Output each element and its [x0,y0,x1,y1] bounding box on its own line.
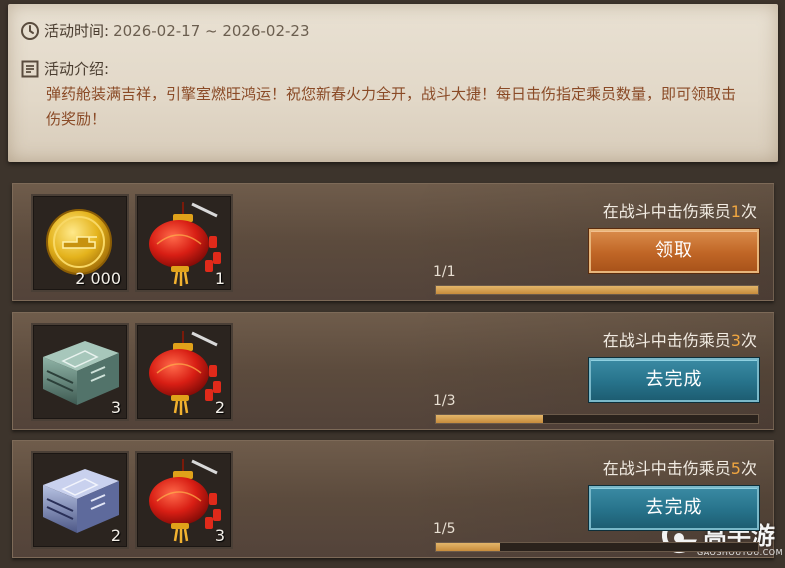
event-time-value: 2026-02-17 ~ 2026-02-23 [113,21,310,40]
task-row: 2 000 1 在战斗中击伤乘员1次 领取 1/1 [12,183,774,301]
claim-button[interactable]: 领取 [589,229,759,273]
task-target-count: 3 [730,331,741,350]
progress-fill [436,286,758,294]
reward-quantity: 2 [214,398,225,417]
event-intro-text: 弹药舱装满吉祥，引擎室燃旺鸿运！祝您新春火力全开，战斗大捷！每日击伤指定乘员数量… [46,85,737,128]
reward-slot[interactable]: 2 [135,323,233,421]
reward-quantity: 1 [214,269,225,288]
reward-slot[interactable]: 2 [31,451,129,549]
progress-bar [435,285,759,295]
progress-fill [436,543,501,551]
event-info-panel: 活动时间: 2026-02-17 ~ 2026-02-23 活动介绍: 弹药舱装… [8,4,778,162]
progress-bar [435,542,759,552]
reward-quantity: 3 [110,398,121,417]
clock-icon [21,21,39,40]
task-title: 在战斗中击伤乘员5次 [603,455,757,479]
task-title-prefix: 在战斗中击伤乘员 [602,459,731,478]
progress-bar [435,414,759,424]
progress-fill [436,415,544,423]
event-intro-label: 活动介绍: [44,60,110,78]
task-title-prefix: 在战斗中击伤乘员 [602,202,731,221]
task-title-suffix: 次 [740,331,757,350]
reward-slot[interactable]: 2 000 [31,194,129,292]
task-title: 在战斗中击伤乘员3次 [603,327,757,351]
task-title: 在战斗中击伤乘员1次 [603,198,757,222]
document-icon [21,60,39,77]
progress-text: 1/1 [433,264,456,280]
event-time-label: 活动时间: [44,22,110,40]
progress-text: 1/3 [433,393,456,409]
progress-text: 1/5 [433,521,456,537]
reward-quantity: 2 000 [75,269,121,288]
reward-slot[interactable]: 3 [31,323,129,421]
go-complete-button[interactable]: 去完成 [589,486,759,530]
reward-quantity: 3 [214,526,225,545]
task-title-suffix: 次 [740,459,757,478]
go-complete-button[interactable]: 去完成 [589,358,759,402]
task-target-count: 1 [730,202,741,221]
reward-quantity: 2 [110,526,121,545]
event-intro-row: 活动介绍: [20,58,109,79]
task-title-suffix: 次 [740,202,757,221]
reward-slot[interactable]: 3 [135,451,233,549]
reward-slot[interactable]: 1 [135,194,233,292]
task-target-count: 5 [730,459,741,478]
event-time-row: 活动时间: 2026-02-17 ~ 2026-02-23 [20,20,310,41]
task-title-prefix: 在战斗中击伤乘员 [602,331,731,350]
task-row: 3 2 在战斗中击伤乘员3次 去完成 1/3 [12,312,774,430]
